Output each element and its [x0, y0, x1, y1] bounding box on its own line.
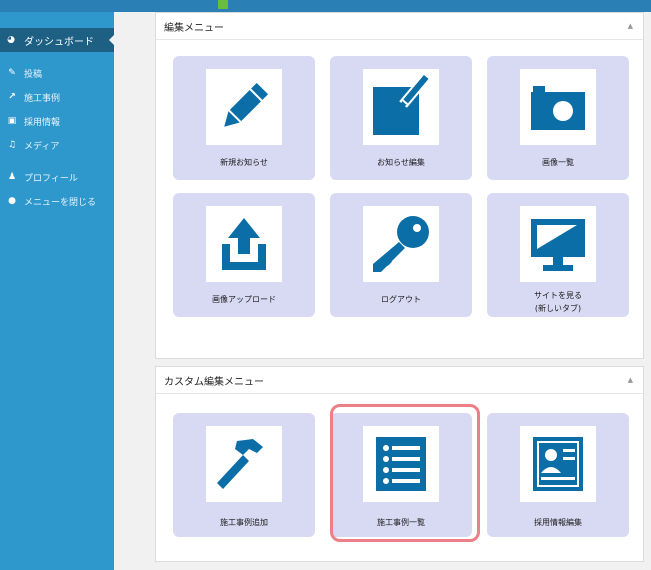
tile-label: サイトを見る — [534, 291, 582, 300]
tile-label: 画像一覧 — [542, 158, 574, 167]
tile-image-upload[interactable]: 画像アップロード — [173, 193, 315, 317]
tile-label: 画像アップロード — [212, 295, 276, 304]
sidebar-item-collapse[interactable]: ● メニューを閉じる — [0, 192, 114, 210]
tile-label: ログアウト — [381, 295, 421, 304]
hammer-icon — [206, 426, 282, 502]
tile-label-sub: (新しいタブ) — [534, 304, 582, 313]
sidebar: ◕ ダッシュボード ✎ 投稿 ↗ 施工事例 ▣ 採用情報 ♫ メディア ♟ プロ… — [0, 12, 115, 570]
collapse-toggle-icon[interactable]: ▲ — [628, 376, 633, 384]
sidebar-item-media[interactable]: ♫ メディア — [0, 136, 114, 154]
user-icon: ♟ — [7, 172, 17, 182]
upload-icon — [206, 206, 282, 282]
panel-header[interactable]: カスタム編集メニュー ▲ — [156, 367, 643, 394]
collapse-icon: ● — [8, 196, 16, 206]
panel-title: カスタム編集メニュー — [164, 376, 264, 388]
tile-new-notice[interactable]: 新規お知らせ — [173, 56, 315, 180]
tile-image-list[interactable]: 画像一覧 — [487, 56, 629, 180]
highlight-frame — [330, 404, 480, 542]
tile-label: 新規お知らせ — [220, 158, 268, 167]
edit-menu-panel: 編集メニュー ▲ 新規お知らせ お知らせ編集 画像一覧 画像アップロード ログア… — [155, 12, 644, 359]
pencil-icon — [206, 69, 282, 145]
tile-label: 採用情報編集 — [534, 518, 582, 527]
pin-icon: ✎ — [8, 68, 16, 78]
sidebar-item-profile[interactable]: ♟ プロフィール — [0, 168, 114, 186]
monitor-icon — [520, 206, 596, 282]
sidebar-item-works[interactable]: ↗ 施工事例 — [0, 88, 114, 106]
sidebar-item-recruit[interactable]: ▣ 採用情報 — [0, 112, 114, 130]
collapse-toggle-icon[interactable]: ▲ — [628, 22, 633, 30]
sidebar-item-label: メニューを閉じる — [24, 197, 97, 208]
sidebar-item-label: 施工事例 — [24, 93, 61, 104]
tile-label: お知らせ編集 — [377, 158, 425, 167]
id-card-icon — [520, 426, 596, 502]
key-icon — [363, 206, 439, 282]
dashboard-icon: ◕ — [7, 35, 15, 45]
tile-add-work[interactable]: 施工事例追加 — [173, 413, 315, 537]
sidebar-item-label: 投稿 — [24, 69, 43, 80]
sidebar-item-label: 採用情報 — [24, 117, 61, 128]
sidebar-item-label: メディア — [24, 141, 60, 152]
id-card-icon: ▣ — [7, 116, 17, 126]
tile-edit-recruit[interactable]: 採用情報編集 — [487, 413, 629, 537]
camera-icon — [520, 69, 596, 145]
panel-title: 編集メニュー — [164, 22, 224, 34]
sidebar-item-posts[interactable]: ✎ 投稿 — [0, 64, 114, 82]
admin-bar-indicator — [218, 0, 228, 9]
admin-bar — [0, 0, 651, 12]
tile-label: 施工事例追加 — [220, 518, 268, 527]
sidebar-item-dashboard[interactable]: ◕ ダッシュボード — [0, 28, 115, 52]
tile-view-site[interactable]: サイトを見る (新しいタブ) — [487, 193, 629, 317]
sidebar-item-label: プロフィール — [24, 173, 78, 184]
tile-logout[interactable]: ログアウト — [330, 193, 472, 317]
media-icon: ♫ — [7, 140, 17, 150]
tile-edit-notice[interactable]: お知らせ編集 — [330, 56, 472, 180]
edit-icon — [363, 69, 439, 145]
panel-header[interactable]: 編集メニュー ▲ — [156, 13, 643, 40]
active-arrow — [109, 34, 115, 46]
hammer-icon: ↗ — [8, 92, 16, 102]
sidebar-item-label: ダッシュボード — [24, 36, 94, 48]
